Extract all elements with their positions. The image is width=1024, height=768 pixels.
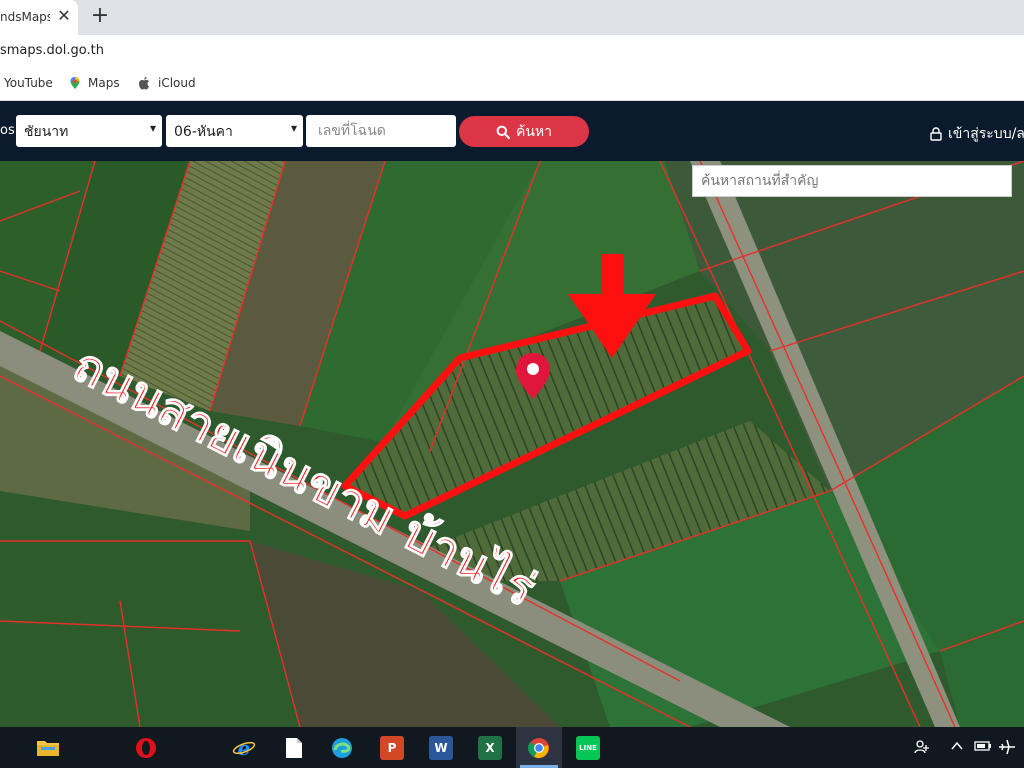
bookmarks-bar: YouTube Maps iCloud bbox=[0, 67, 1024, 101]
internet-explorer-icon[interactable]: e bbox=[232, 736, 256, 760]
address-bar[interactable]: smaps.dol.go.th bbox=[0, 35, 1024, 67]
battery-icon[interactable] bbox=[974, 739, 992, 757]
district-value: 06-หันคา bbox=[174, 124, 233, 140]
file-icon[interactable] bbox=[282, 736, 306, 760]
browser-tab[interactable]: ndsMaps ✕ bbox=[0, 0, 78, 35]
chevron-down-icon: ▾ bbox=[290, 121, 297, 135]
district-select[interactable]: 06-หันคา ▾ bbox=[166, 115, 303, 147]
chevron-down-icon: ▾ bbox=[149, 121, 156, 135]
windows-taskbar: e P W X LINE bbox=[0, 727, 1024, 768]
close-tab-icon[interactable]: ✕ bbox=[55, 7, 73, 25]
tab-title: ndsMaps bbox=[0, 10, 50, 24]
new-tab-button[interactable]: + bbox=[88, 4, 112, 28]
bookmark-icloud[interactable]: iCloud bbox=[138, 76, 196, 90]
bookmark-label: Maps bbox=[88, 76, 120, 90]
login-link[interactable]: เข้าสู่ระบบ/ล bbox=[930, 123, 1024, 145]
search-button-label: ค้นหา bbox=[515, 123, 553, 140]
svg-text:e: e bbox=[238, 736, 251, 760]
satellite-map[interactable]: ถนนสายเนินขาม บ้านไร่ bbox=[0, 161, 1024, 727]
edge-icon[interactable] bbox=[330, 736, 354, 760]
map-view[interactable]: ถนนสายเนินขาม บ้านไร่ bbox=[0, 161, 1024, 727]
lock-icon bbox=[930, 127, 942, 141]
parcel-number-input[interactable] bbox=[306, 115, 456, 147]
file-explorer-icon[interactable] bbox=[36, 736, 60, 760]
maps-pin-icon bbox=[70, 77, 80, 89]
bookmark-label: YouTube bbox=[4, 76, 53, 90]
powerpoint-icon[interactable]: P bbox=[380, 736, 404, 760]
login-label: เข้าสู่ระบบ/ล bbox=[948, 126, 1024, 142]
province-value: ชัยนาท bbox=[24, 124, 69, 140]
place-search-input[interactable] bbox=[692, 165, 1012, 197]
line-icon[interactable]: LINE bbox=[576, 736, 600, 760]
word-icon[interactable]: W bbox=[429, 736, 453, 760]
bookmark-maps[interactable]: Maps bbox=[68, 76, 120, 90]
url-text[interactable]: smaps.dol.go.th bbox=[0, 43, 104, 58]
excel-icon[interactable]: X bbox=[478, 736, 502, 760]
bookmark-youtube[interactable]: YouTube bbox=[4, 76, 53, 90]
chrome-icon[interactable] bbox=[527, 736, 551, 760]
search-button[interactable]: ค้นหา bbox=[459, 116, 589, 147]
opera-icon[interactable] bbox=[134, 736, 158, 760]
apple-icon bbox=[138, 76, 149, 90]
chevron-up-icon[interactable] bbox=[950, 739, 964, 757]
nav-brand-fragment: os bbox=[0, 123, 15, 138]
airplane-mode-icon[interactable] bbox=[998, 739, 1016, 759]
province-select[interactable]: ชัยนาท ▾ bbox=[16, 115, 162, 147]
people-icon[interactable] bbox=[914, 739, 930, 759]
search-icon bbox=[496, 125, 510, 139]
bookmark-label: iCloud bbox=[158, 76, 196, 90]
browser-tab-strip: ndsMaps ✕ + bbox=[0, 0, 1024, 35]
site-navbar: os ชัยนาท ▾ 06-หันคา ▾ ค้นหา เข้าสู่ระบบ… bbox=[0, 101, 1024, 161]
